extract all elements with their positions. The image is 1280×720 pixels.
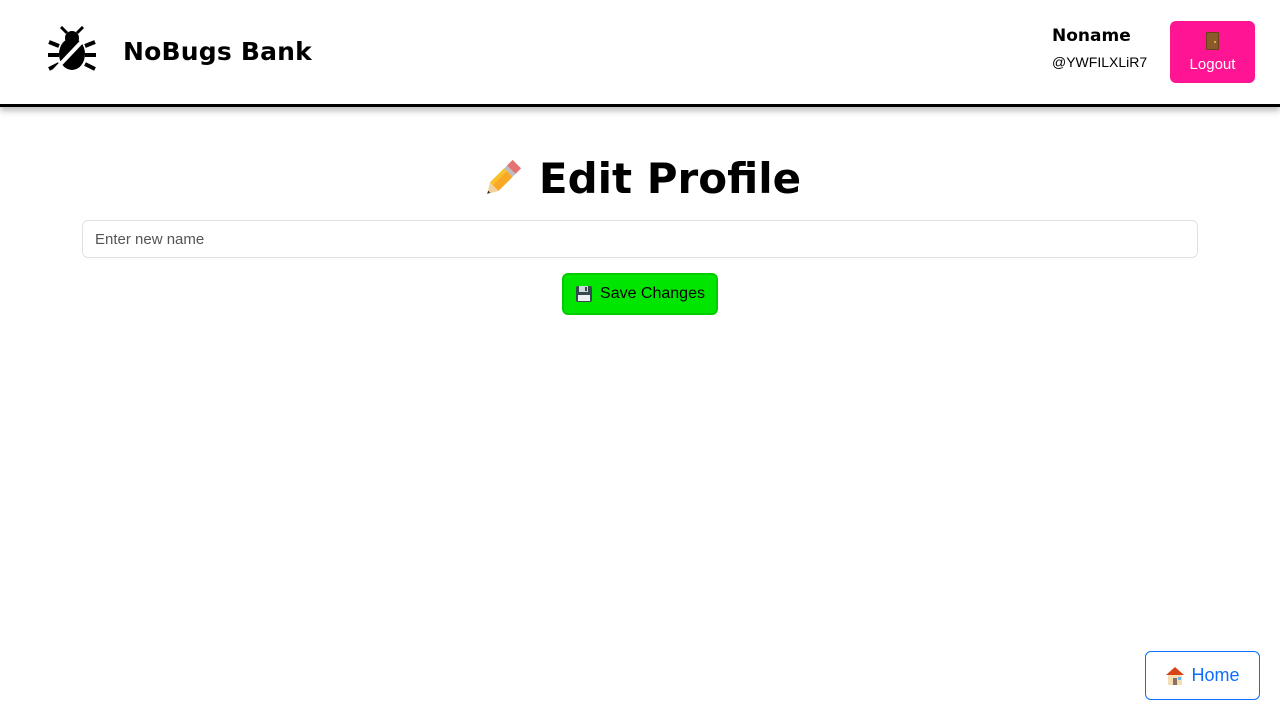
user-name: Noname — [1052, 26, 1131, 46]
home-label: Home — [1191, 665, 1240, 685]
page-title-text: Edit Profile — [538, 154, 802, 203]
house-icon — [1166, 666, 1185, 685]
door-icon — [1206, 31, 1219, 50]
user-info: Noname @YWFILXLiR7 — [1052, 26, 1148, 70]
save-changes-button[interactable]: Save Changes — [562, 273, 718, 315]
top-header: NoBugs Bank Noname @YWFILXLiR7 Logout — [0, 0, 1280, 107]
page-title: Edit Profile — [0, 154, 1280, 203]
pencil-icon — [487, 159, 521, 194]
home-button[interactable]: Home — [1145, 651, 1260, 700]
brand[interactable]: NoBugs Bank — [47, 26, 312, 76]
logout-label: Logout — [1189, 55, 1236, 73]
floppy-disk-icon — [576, 286, 593, 302]
bug-crossed-icon — [48, 26, 96, 74]
name-input[interactable] — [82, 220, 1198, 258]
save-changes-label: Save Changes — [600, 285, 705, 302]
logout-button[interactable]: Logout — [1170, 21, 1255, 83]
user-handle: @YWFILXLiR7 — [1052, 54, 1148, 70]
brand-name: NoBugs Bank — [123, 36, 312, 66]
